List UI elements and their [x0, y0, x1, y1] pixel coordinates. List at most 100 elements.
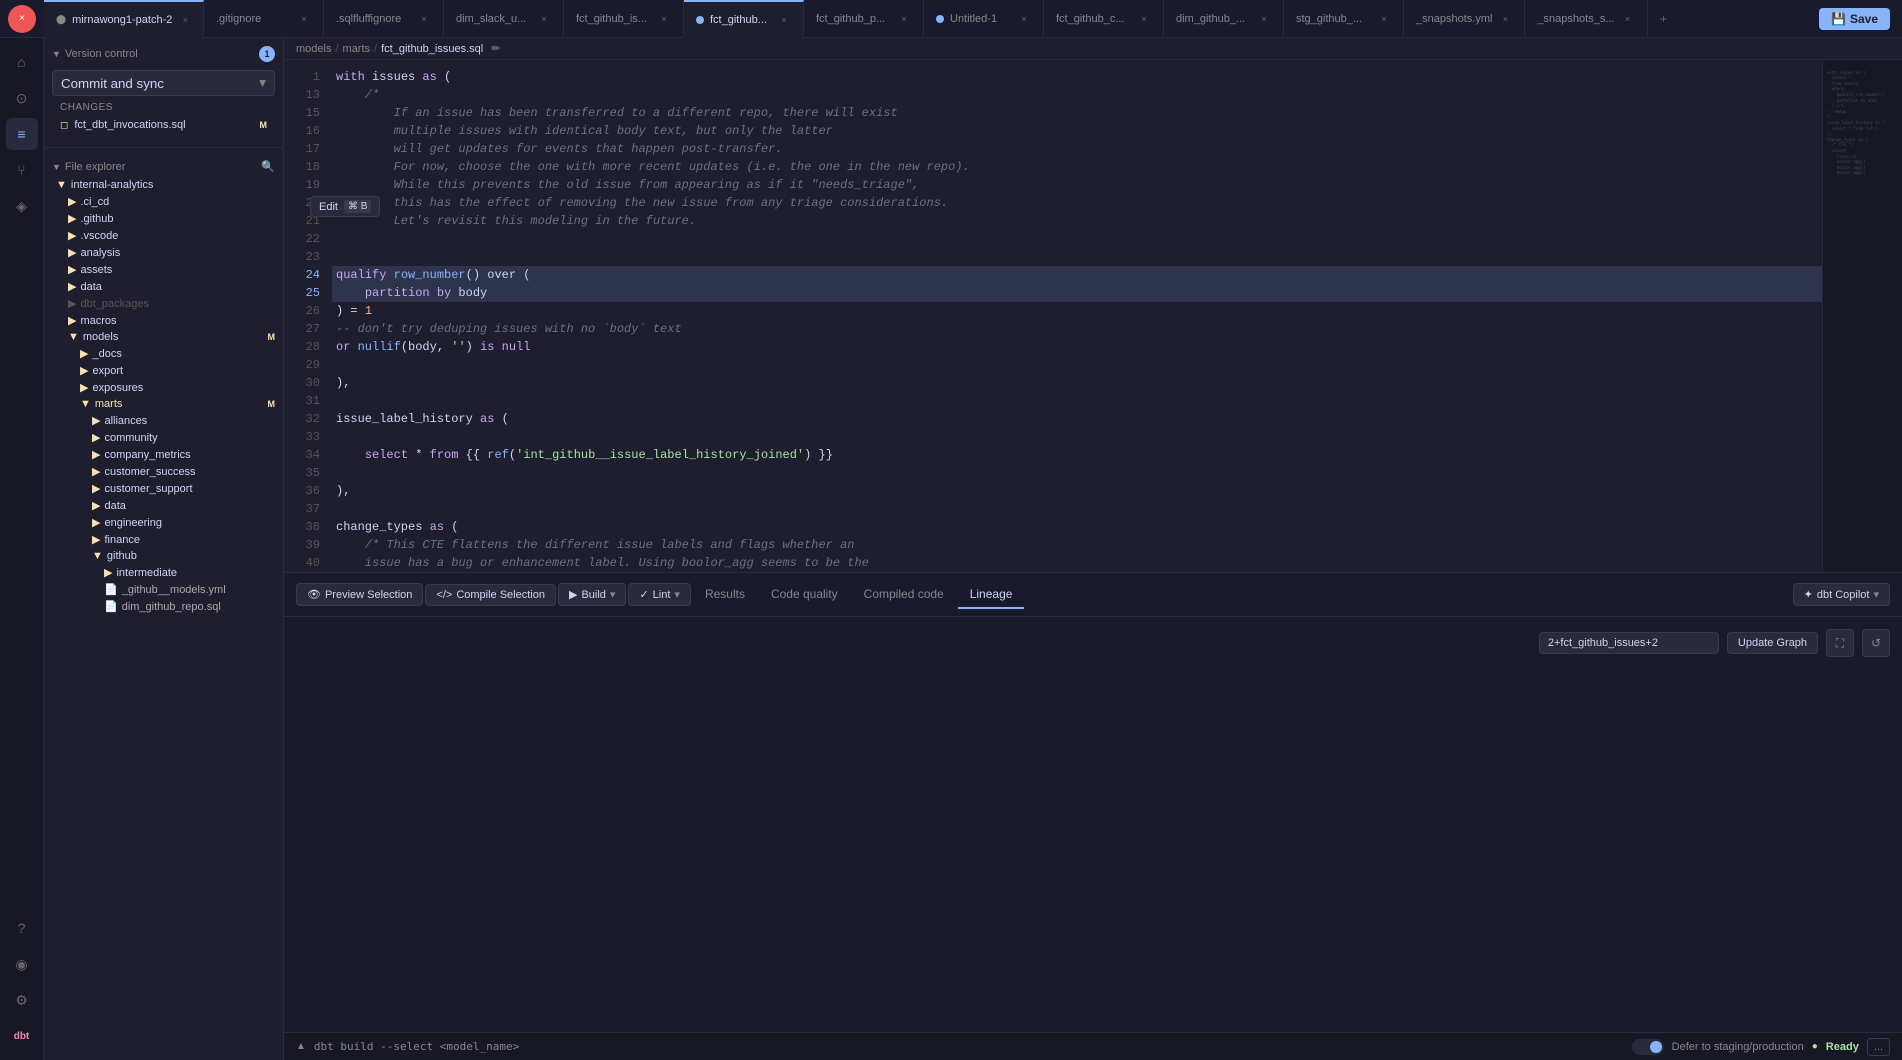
lint-button[interactable]: ✓ Lint ▾	[628, 583, 691, 606]
tree-item-alliances[interactable]: ▶ alliances	[44, 412, 283, 429]
tree-item-label: community	[104, 432, 157, 444]
tab-close[interactable]: ×	[1377, 12, 1391, 26]
tab-untitled[interactable]: Untitled-1 ×	[924, 0, 1044, 38]
tree-item-company-metrics[interactable]: ▶ company_metrics	[44, 446, 283, 463]
tab-sqlfluff[interactable]: .sqlfluffignore ×	[324, 0, 444, 38]
tab-close[interactable]: ×	[417, 12, 431, 26]
tree-item-community[interactable]: ▶ community	[44, 429, 283, 446]
changes-label: Changes	[52, 102, 275, 117]
tab-close[interactable]: ×	[537, 12, 551, 26]
tree-item-vscode[interactable]: ▶ .vscode	[44, 227, 283, 244]
expand-icon[interactable]: ▲	[296, 1041, 306, 1052]
compile-selection-button[interactable]: </> Compile Selection	[425, 584, 556, 606]
folder-icon: ▶	[92, 516, 100, 529]
save-button[interactable]: 💾 Save	[1819, 8, 1890, 30]
tree-item-analysis[interactable]: ▶ analysis	[44, 244, 283, 261]
code-line: For now, choose the one with more recent…	[332, 158, 1822, 176]
tab-snapshots-yml[interactable]: _snapshots.yml ×	[1404, 0, 1525, 38]
build-button[interactable]: ▶ Build ▾	[558, 583, 626, 606]
tab-fct1[interactable]: fct_github_is... ×	[564, 0, 684, 38]
tree-item-label: macros	[80, 315, 116, 327]
tree-item-models[interactable]: ▼ models M	[44, 329, 283, 345]
preview-selection-button[interactable]: 👁 Preview Selection	[296, 583, 423, 606]
tab-close[interactable]: ×	[297, 12, 311, 26]
tab-close[interactable]: ×	[657, 12, 671, 26]
tree-item-internal-analytics[interactable]: ▼ internal-analytics	[44, 177, 283, 193]
defer-status-dot: ●	[1812, 1041, 1818, 1052]
tab-results[interactable]: Results	[693, 581, 757, 609]
change-item[interactable]: ◻ fct_dbt_invocations.sql M	[52, 117, 275, 133]
tab-fct-c[interactable]: fct_github_c... ×	[1044, 0, 1164, 38]
sidebar-icon-dbt[interactable]: dbt	[6, 1020, 38, 1052]
tree-item-dbt-packages[interactable]: ▶ dbt_packages	[44, 295, 283, 312]
tab-snapshots-s[interactable]: _snapshots_s... ×	[1525, 0, 1647, 38]
tree-item-ci-cd[interactable]: ▶ .ci_cd	[44, 193, 283, 210]
tree-item-export[interactable]: ▶ export	[44, 362, 283, 379]
tree-item-customer-success[interactable]: ▶ customer_success	[44, 463, 283, 480]
sidebar-icon-user[interactable]: ◉	[6, 948, 38, 980]
sidebar-icon-graph[interactable]: ◈	[6, 190, 38, 222]
tab-code-quality[interactable]: Code quality	[759, 581, 850, 609]
tab-fct-github-active[interactable]: fct_github... ×	[684, 0, 804, 38]
tab-dim-slack[interactable]: dim_slack_u... ×	[444, 0, 564, 38]
tab-close[interactable]: ×	[1257, 12, 1271, 26]
tab-add-button[interactable]: +	[1648, 12, 1680, 26]
commit-sync-dropdown[interactable]: Commit and sync ▾	[52, 70, 275, 96]
tree-item-intermediate[interactable]: ▶ intermediate	[44, 564, 283, 581]
tree-item-macros[interactable]: ▶ macros	[44, 312, 283, 329]
tree-item-customer-support[interactable]: ▶ customer_support	[44, 480, 283, 497]
more-options-button[interactable]: ...	[1867, 1038, 1890, 1056]
sidebar-icon-search[interactable]: ⊙	[6, 82, 38, 114]
sidebar-icon-home[interactable]: ⌂	[6, 46, 38, 78]
breadcrumb-file[interactable]: fct_github_issues.sql	[381, 43, 483, 55]
search-icon[interactable]: 🔍	[261, 160, 275, 173]
tree-item-assets[interactable]: ▶ assets	[44, 261, 283, 278]
tab-close[interactable]: ×	[1017, 12, 1031, 26]
tab-stg-github[interactable]: stg_github_... ×	[1284, 0, 1404, 38]
update-graph-button[interactable]: Update Graph	[1727, 632, 1818, 654]
fullscreen-button[interactable]: ⛶	[1826, 629, 1854, 657]
breadcrumb-marts[interactable]: marts	[343, 43, 371, 55]
tree-item-data2[interactable]: ▶ data	[44, 497, 283, 514]
tab-close[interactable]: ×	[1137, 12, 1151, 26]
tab-gitignore[interactable]: .gitignore ×	[204, 0, 324, 38]
refresh-button[interactable]: ↺	[1862, 629, 1890, 657]
tab-close[interactable]: ×	[897, 12, 911, 26]
breadcrumb-models[interactable]: models	[296, 43, 331, 55]
sidebar-icon-files[interactable]: ≡	[6, 118, 38, 150]
tree-item-finance[interactable]: ▶ finance	[44, 531, 283, 548]
tree-item-data[interactable]: ▶ data	[44, 278, 283, 295]
tree-item-label: engineering	[104, 517, 162, 529]
tree-item-marts[interactable]: ▼ marts M	[44, 396, 283, 412]
defer-toggle[interactable]	[1632, 1039, 1664, 1055]
sidebar-icon-docs[interactable]: ?	[6, 912, 38, 944]
sidebar-icon-settings[interactable]: ⚙	[6, 984, 38, 1016]
tab-fct-p[interactable]: fct_github_p... ×	[804, 0, 924, 38]
tree-item-dim-github-repo[interactable]: 📄 dim_github_repo.sql	[44, 598, 283, 615]
tab-close[interactable]: ×	[178, 13, 192, 27]
sidebar-icon-git[interactable]: ⑂	[6, 154, 38, 186]
app-close-button[interactable]: ×	[8, 5, 36, 33]
tree-item-github-models-yml[interactable]: 📄 _github__models.yml	[44, 581, 283, 598]
tab-close[interactable]: ×	[1498, 12, 1512, 26]
code-editor[interactable]: with issues as ( /* If an issue has been…	[324, 60, 1822, 572]
folder-icon: ▶	[80, 364, 88, 377]
tree-item-github2[interactable]: ▼ github	[44, 548, 283, 564]
tab-mirnawong1[interactable]: ⬤ mirnawong1-patch-2 ×	[44, 0, 204, 38]
tab-lineage[interactable]: Lineage	[958, 581, 1025, 609]
copilot-button[interactable]: ✦ dbt Copilot ▾	[1793, 583, 1890, 606]
file-explorer-header[interactable]: ▼ File explorer 🔍	[44, 156, 283, 177]
tab-compiled-code[interactable]: Compiled code	[852, 581, 956, 609]
code-line: ) = 1	[332, 302, 1822, 320]
tree-item-github[interactable]: ▶ .github	[44, 210, 283, 227]
tree-item-exposures[interactable]: ▶ exposures	[44, 379, 283, 396]
graph-search-input[interactable]	[1539, 632, 1719, 654]
edit-icon[interactable]: ✏	[491, 42, 500, 55]
tab-dim-github[interactable]: dim_github_... ×	[1164, 0, 1284, 38]
vc-header[interactable]: ▼ Version control 1	[52, 46, 275, 62]
tab-close[interactable]: ×	[777, 13, 791, 27]
folder-icon: ▼	[56, 179, 67, 191]
tree-item-engineering[interactable]: ▶ engineering	[44, 514, 283, 531]
tree-item-docs[interactable]: ▶ _docs	[44, 345, 283, 362]
tab-close[interactable]: ×	[1621, 12, 1635, 26]
